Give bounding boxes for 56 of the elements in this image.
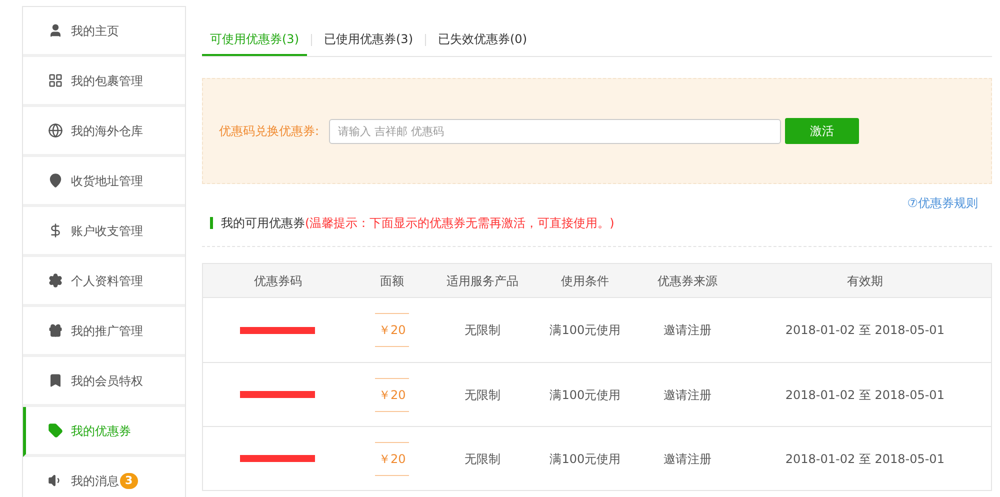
- sidebar-label: 我的推广管理: [71, 322, 143, 340]
- grid-icon: [48, 73, 63, 88]
- table-cell-text: 邀请注册: [664, 386, 712, 404]
- table-cell-text: 无限制: [464, 322, 501, 339]
- sidebar-label: 我的包裹管理: [71, 72, 143, 90]
- sidebar-item[interactable]: 收货地址管理: [23, 157, 185, 207]
- column-header: 适用服务产品: [446, 272, 519, 290]
- table-cell-text: 满100元使用: [550, 450, 621, 468]
- sidebar-label: 我的主页: [71, 22, 119, 40]
- column-header: 优惠券码: [254, 272, 302, 290]
- sidebar-item[interactable]: 我的推广管理: [23, 307, 185, 357]
- sidebar-label: 我的海外仓库: [71, 122, 143, 140]
- table-cell-text: 满100元使用: [550, 322, 621, 339]
- table-cell-text: 无限制: [464, 386, 501, 404]
- sidebar-label: 我的会员特权: [71, 372, 143, 390]
- table-cell-text: 2018-01-02 至 2018-05-01: [785, 322, 944, 339]
- column-header: 面额: [380, 272, 404, 290]
- globe-icon: [48, 123, 63, 138]
- redeem-label: 优惠码兑换优惠券:: [219, 123, 320, 140]
- tab[interactable]: 已使用优惠券(3): [316, 24, 421, 56]
- user-icon: [48, 23, 63, 38]
- sidebar-label: 个人资料管理: [71, 272, 143, 290]
- dollar-icon: [48, 223, 63, 238]
- count-badge: 3: [120, 472, 138, 488]
- sidebar-item[interactable]: 我的海外仓库: [23, 107, 185, 157]
- sidebar-item[interactable]: 我的主页: [23, 7, 185, 57]
- settings-icon: [48, 273, 63, 288]
- gift-icon: [48, 323, 63, 338]
- sidebar-item[interactable]: 我的会员特权: [23, 357, 185, 407]
- column-header: 有效期: [846, 272, 883, 290]
- table-cell-text: 2018-01-02 至 2018-05-01: [785, 450, 944, 468]
- tab[interactable]: 已失效优惠券(0): [430, 24, 535, 56]
- sidebar-item[interactable]: 个人资料管理: [23, 257, 185, 307]
- sidebar-item[interactable]: 我的消息 3: [23, 457, 185, 497]
- table-cell-text: 2018-01-02 至 2018-05-01: [785, 386, 944, 404]
- table-cell-text: 邀请注册: [664, 322, 712, 339]
- sidebar-label: 收货地址管理: [71, 172, 143, 190]
- amount-tag: ￥20: [375, 313, 410, 347]
- amount-tag: ￥20: [375, 442, 410, 476]
- sidebar-item[interactable]: 我的包裹管理: [23, 57, 185, 107]
- table-cell-text: 满100元使用: [550, 386, 621, 404]
- tag-icon: [48, 423, 63, 438]
- column-header: 使用条件: [561, 272, 610, 290]
- sidebar-label: 我的优惠券: [71, 422, 131, 440]
- table-cell-text: 邀请注册: [664, 450, 712, 468]
- table-cell-text: 无限制: [464, 450, 501, 468]
- sidebar-item[interactable]: 账户收支管理: [23, 207, 185, 257]
- sidebar-label: 账户收支管理: [71, 222, 143, 240]
- sidebar-label: 我的消息: [71, 472, 119, 490]
- map-pin-icon: [48, 173, 63, 188]
- bookmark-icon: [48, 373, 63, 388]
- coupon-code-field[interactable]: 请输入 吉祥邮 优惠码: [329, 118, 782, 144]
- amount-tag: ￥20: [375, 378, 410, 412]
- section-title: 我的可用优惠券: [221, 215, 305, 232]
- column-header: 优惠券来源: [658, 272, 718, 290]
- notice-text: (温馨提示：下面显示的优惠券无需再激活，可直接使用。): [305, 215, 614, 232]
